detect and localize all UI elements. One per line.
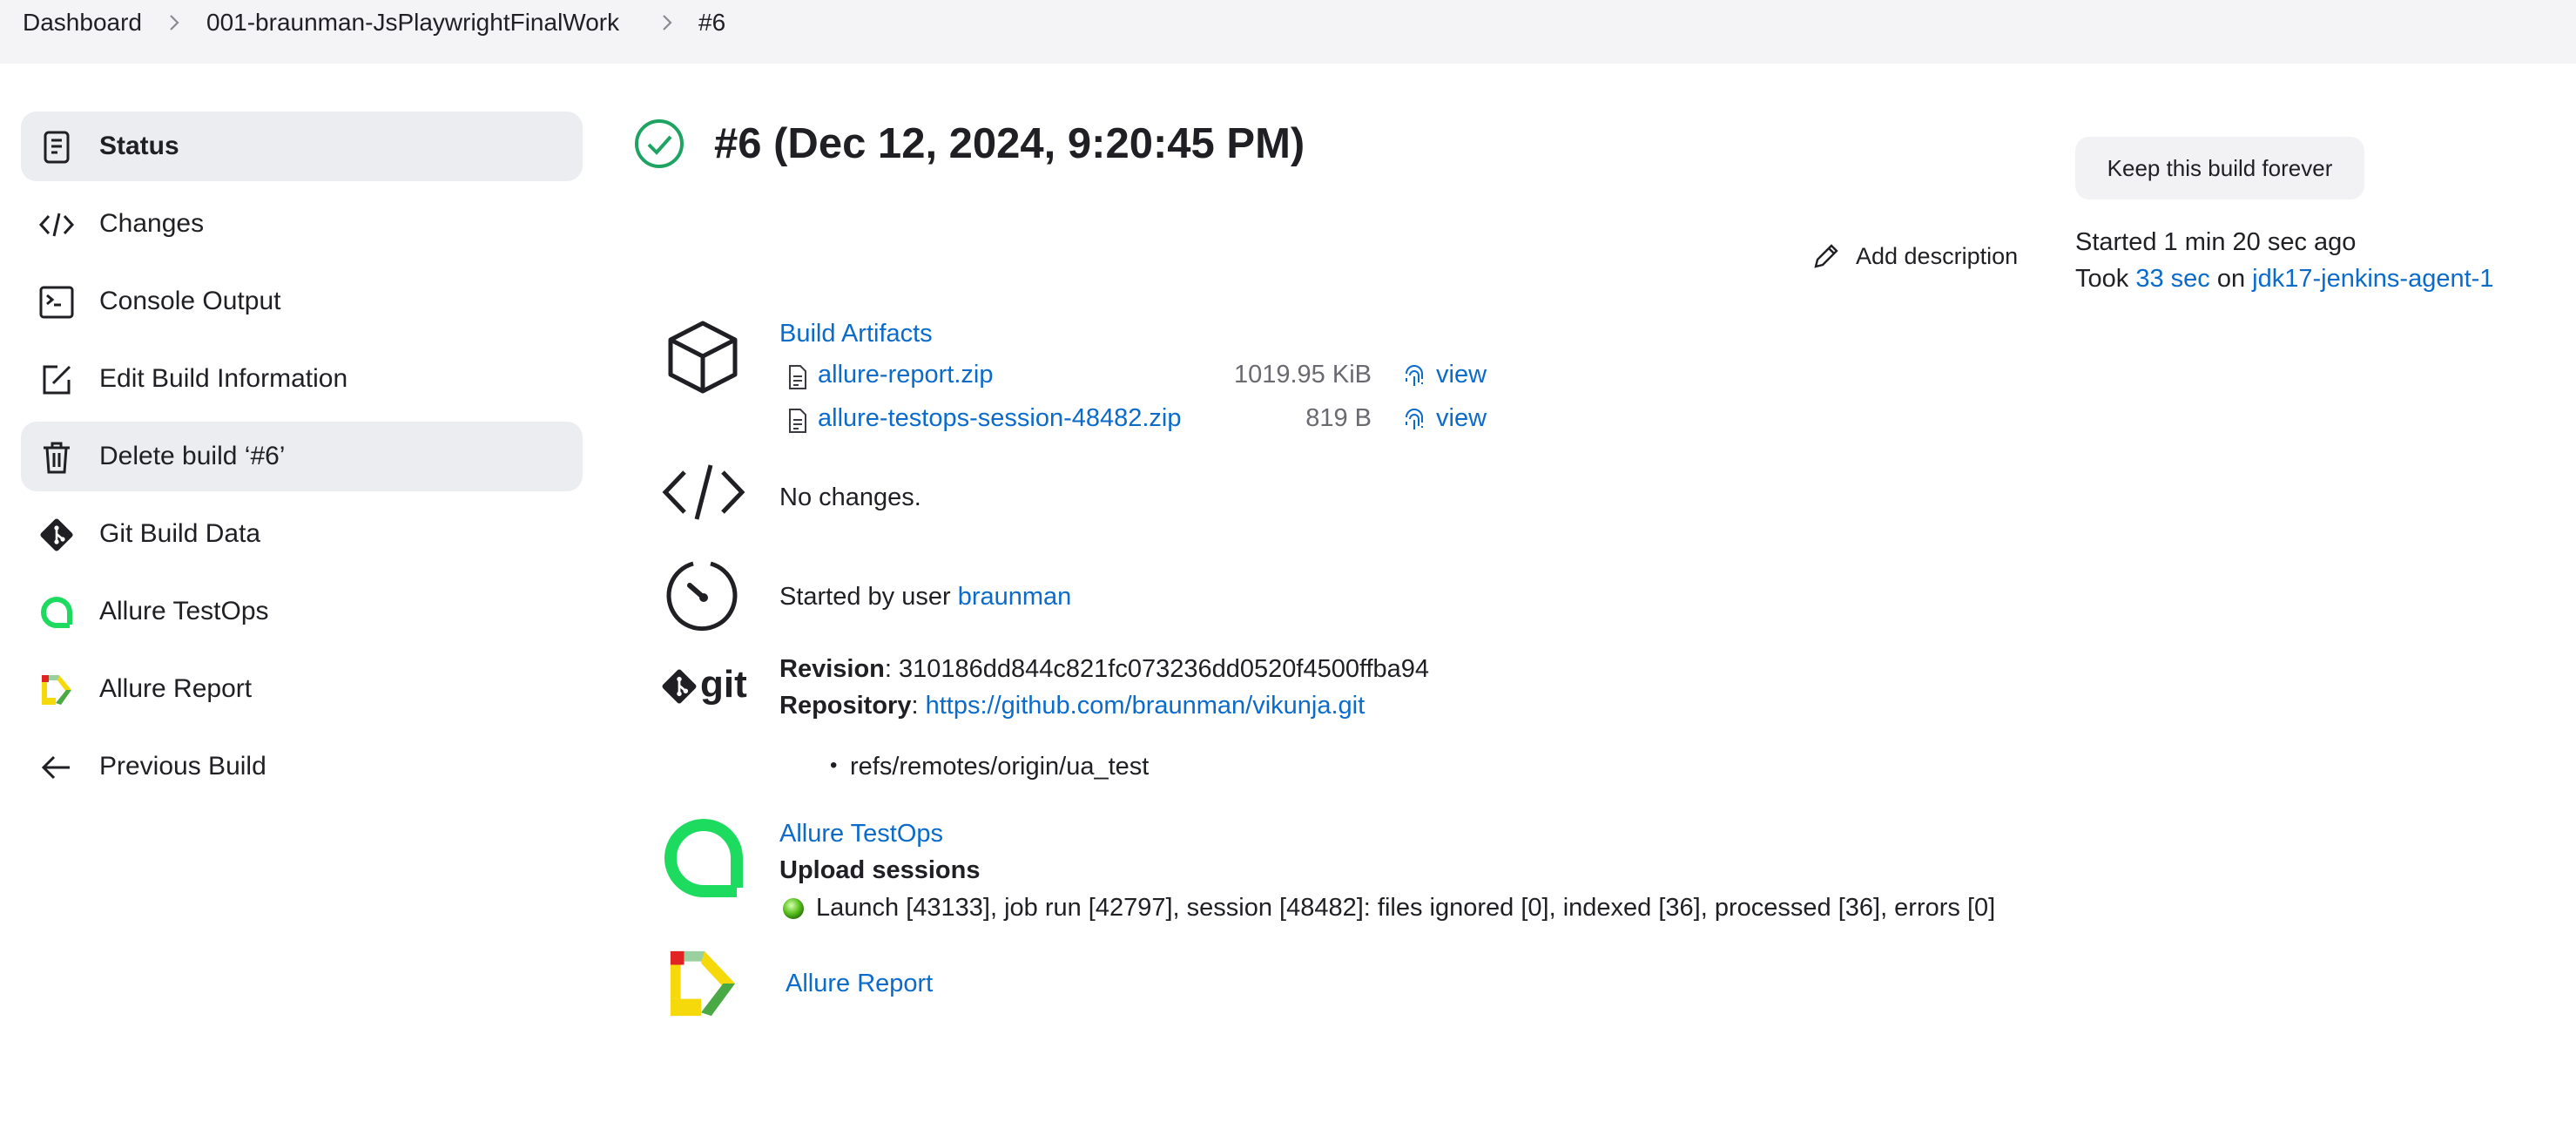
sidebar-item-git-build-data[interactable]: Git Build Data xyxy=(21,499,583,569)
breadcrumb: Dashboard 001-braunman-JsPlaywrightFinal… xyxy=(0,0,2576,64)
allure-report-icon xyxy=(42,675,71,705)
started-by-line: Started by user braunman xyxy=(779,580,1071,613)
build-duration-link[interactable]: 33 sec xyxy=(2135,265,2209,293)
sidebar-item-label: Console Output xyxy=(99,287,281,315)
code-icon xyxy=(662,464,745,520)
fingerprint-icon xyxy=(1406,365,1423,386)
sidebar-item-label: Previous Build xyxy=(99,752,266,781)
breadcrumb-job[interactable]: 001-braunman-JsPlaywrightFinalWork xyxy=(206,7,619,38)
sidebar-item-label: Allure TestOps xyxy=(99,597,269,625)
user-link[interactable]: braunman xyxy=(958,583,1072,611)
add-description-button[interactable]: Add description xyxy=(1856,240,2018,273)
arrow-left-icon xyxy=(41,755,70,780)
sidebar-item-console-output[interactable]: Console Output xyxy=(21,267,583,336)
artifact-link[interactable]: allure-testops-session-48482.zip xyxy=(818,402,1182,435)
breadcrumb-dashboard[interactable]: Dashboard xyxy=(23,7,142,38)
package-icon xyxy=(668,321,738,394)
repository-colon: : xyxy=(911,692,919,720)
edit-icon xyxy=(43,365,71,395)
code-icon xyxy=(38,213,75,237)
sidebar-item-label: Delete build ‘#6’ xyxy=(99,442,286,470)
agent-link[interactable]: jdk17-jenkins-agent-1 xyxy=(2252,265,2493,293)
bullet: • xyxy=(830,754,838,777)
git-icon xyxy=(662,669,697,704)
no-changes-text: No changes. xyxy=(779,483,921,511)
took-on: on xyxy=(2216,265,2246,293)
revision-label: Revision xyxy=(779,655,885,683)
repository-label: Repository xyxy=(779,692,912,720)
sidebar-item-allure-testops[interactable]: Allure TestOps xyxy=(21,577,583,646)
repository-link[interactable]: https://github.com/braunman/vikunja.git xyxy=(926,692,1366,720)
took-prefix: Took xyxy=(2075,265,2129,293)
build-artifacts-link[interactable]: Build Artifacts xyxy=(779,317,933,350)
artifact-size: 819 B xyxy=(1305,404,1372,432)
keep-build-forever-button[interactable]: Keep this build forever xyxy=(2075,137,2364,199)
sidebar-item-label: Allure Report xyxy=(99,674,253,703)
artifact-link[interactable]: allure-report.zip xyxy=(818,358,993,391)
sidebar-item-edit-build-information[interactable]: Edit Build Information xyxy=(21,344,583,414)
started-by-prefix: Started by user xyxy=(779,583,951,611)
success-check-icon xyxy=(635,119,684,168)
git-logo-text: git xyxy=(700,663,747,706)
trash-icon xyxy=(44,442,70,474)
artifact-size: 1019.95 KiB xyxy=(1233,361,1372,389)
build-took-line: Took 33 sec on jdk17-jenkins-agent-1 xyxy=(2075,262,2493,295)
allure-report-icon xyxy=(670,950,736,1017)
sidebar-item-label: Edit Build Information xyxy=(99,364,348,393)
sidebar-item-label: Status xyxy=(99,132,179,160)
git-repository-line: Repository: https://github.com/braunman/… xyxy=(779,689,1365,722)
git-icon xyxy=(40,518,73,551)
page-title: #6 (Dec 12, 2024, 9:20:45 PM) xyxy=(714,120,1305,167)
revision-value: : 310186dd844c821fc073236dd0520f4500ffba… xyxy=(884,655,1430,683)
view-fingerprint-link[interactable]: view xyxy=(1436,402,1487,435)
sidebar-item-previous-build[interactable]: Previous Build xyxy=(21,732,583,801)
file-icon xyxy=(789,365,806,389)
status-ball-icon xyxy=(783,898,804,919)
sidebar-item-label: Changes xyxy=(99,209,205,238)
upload-sessions-heading: Upload sessions xyxy=(779,856,981,884)
fingerprint-icon xyxy=(1406,409,1423,429)
view-fingerprint-link[interactable]: view xyxy=(1436,358,1487,391)
sidebar-item-delete-build[interactable]: Delete build ‘#6’ xyxy=(21,422,583,491)
sidebar-item-allure-report[interactable]: Allure Report xyxy=(21,654,583,724)
timer-icon xyxy=(666,561,738,632)
allure-testops-icon xyxy=(41,597,72,628)
sidebar-item-label: Git Build Data xyxy=(99,519,261,548)
sidebar-item-status[interactable]: Status xyxy=(21,112,583,181)
branch-text: refs/remotes/origin/ua_test xyxy=(850,753,1150,781)
build-started-text: Started 1 min 20 sec ago xyxy=(2075,228,2357,256)
terminal-icon xyxy=(39,286,74,319)
git-revision-line: Revision: 310186dd844c821fc073236dd0520f… xyxy=(779,652,1429,686)
pencil-icon xyxy=(1814,244,1838,268)
sidebar-item-changes[interactable]: Changes xyxy=(21,189,583,259)
file-icon xyxy=(789,409,806,433)
allure-report-link[interactable]: Allure Report xyxy=(786,967,933,1000)
document-icon xyxy=(44,131,70,164)
chevron-right-icon xyxy=(663,15,672,30)
allure-testops-link[interactable]: Allure TestOps xyxy=(779,817,943,850)
breadcrumb-build[interactable]: #6 xyxy=(698,7,725,38)
upload-session-status: Launch [43133], job run [42797], session… xyxy=(816,894,1996,922)
chevron-right-icon xyxy=(170,15,179,30)
allure-testops-icon xyxy=(664,819,743,897)
